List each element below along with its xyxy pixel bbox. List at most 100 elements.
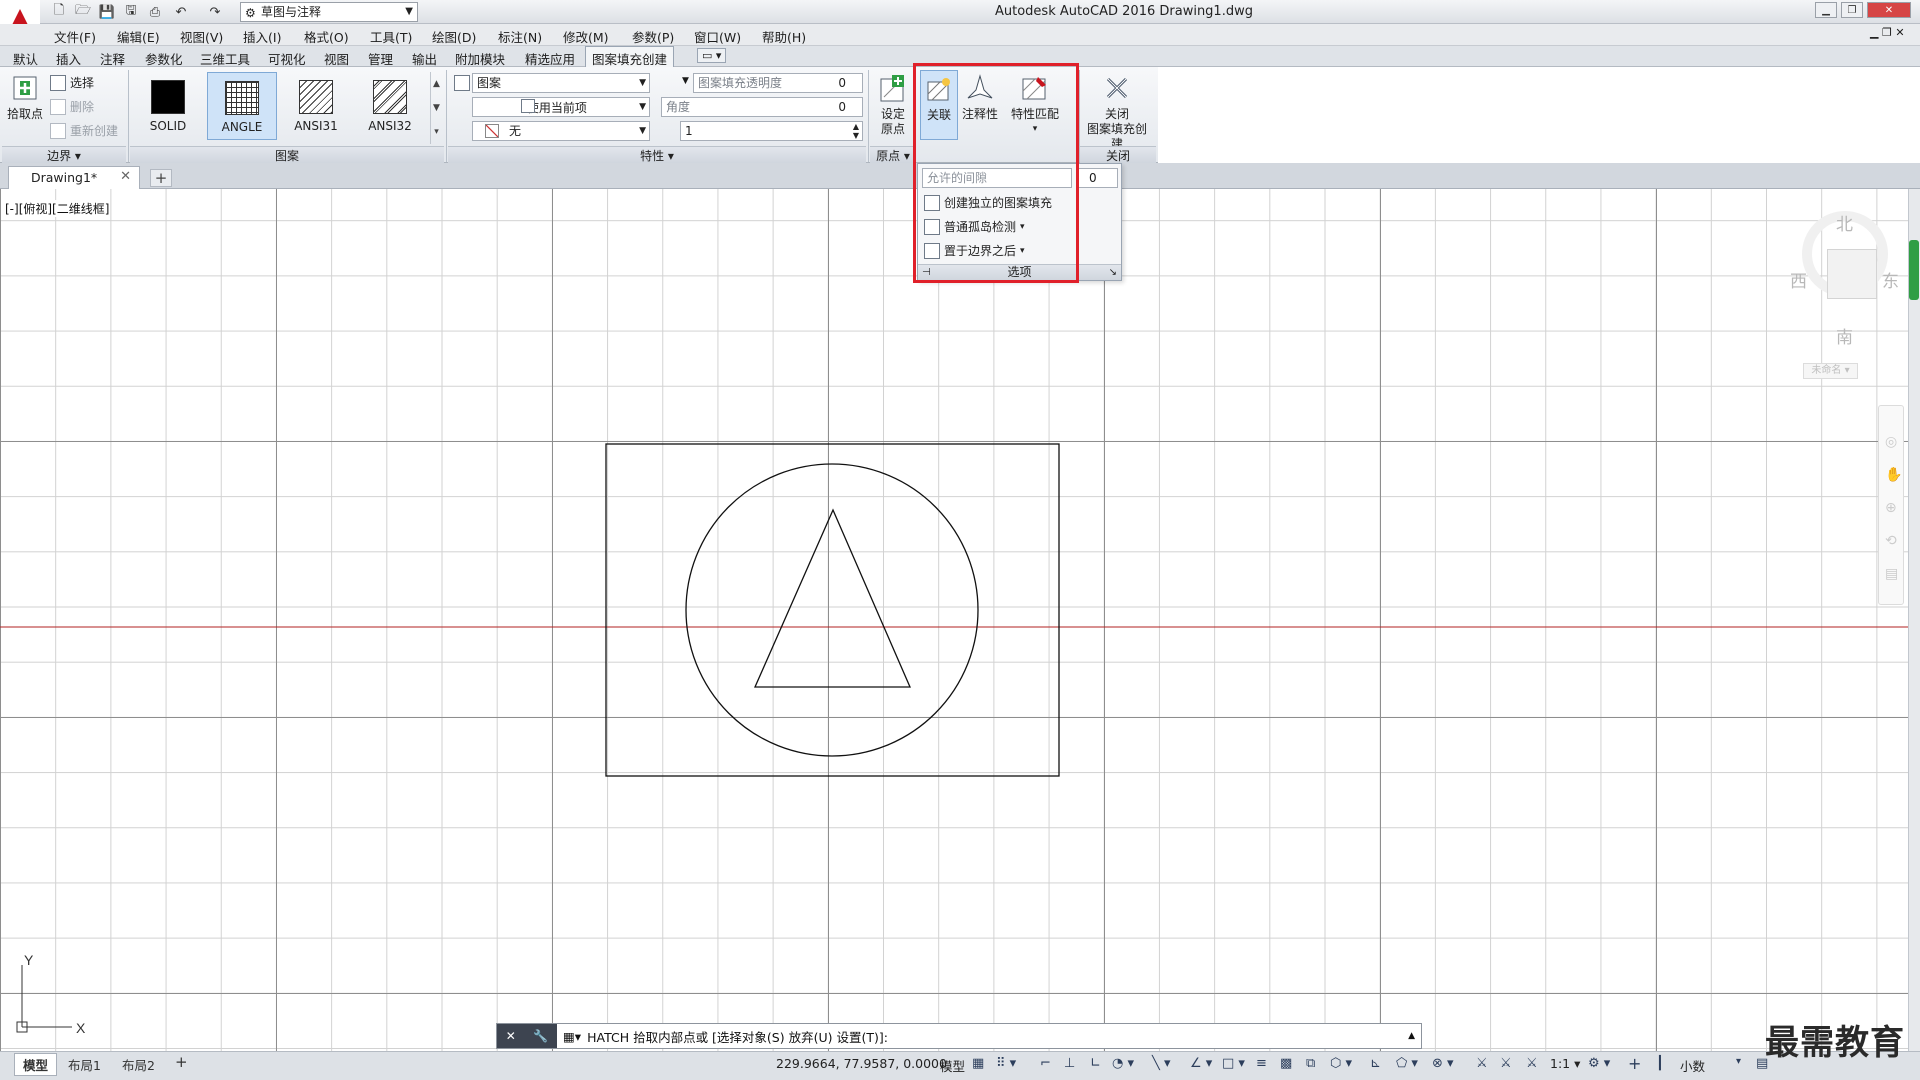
- tab-view[interactable]: 视图: [324, 49, 349, 68]
- save-as-icon[interactable]: 🖫: [122, 3, 140, 21]
- open-file-icon[interactable]: 🗁: [74, 3, 92, 21]
- hatch-color-dropdown[interactable]: 使用当前项 ▼: [472, 97, 650, 117]
- tab-model[interactable]: 模型: [14, 1053, 58, 1076]
- drawing-canvas[interactable]: Y X: [0, 189, 1908, 1051]
- annotative-button[interactable]: 注释性: [960, 70, 1000, 122]
- view-cube[interactable]: 北 南 东 西: [1790, 195, 1900, 350]
- chevron-down-icon[interactable]: ▼: [682, 76, 689, 86]
- pattern-gallery-scroll[interactable]: ▲ ▼ ▾: [430, 72, 442, 144]
- tab-parametric[interactable]: 参数化: [145, 49, 183, 68]
- create-separate-hatches-button[interactable]: 创建独立的图案填充: [924, 194, 1052, 211]
- coordinate-readout[interactable]: 229.9664, 77.9587, 0.0000: [776, 1056, 947, 1071]
- ribbon-minimize-button[interactable]: ▭ ▾: [697, 48, 727, 63]
- tab-3d-tools[interactable]: 三维工具: [200, 49, 250, 68]
- workspace-dropdown[interactable]: ⚙ 草图与注释 ▼: [240, 2, 418, 22]
- remove-boundary-button[interactable]: 删除: [50, 98, 94, 115]
- annotation-visibility-icon[interactable]: ⚔: [1476, 1056, 1488, 1071]
- selection-cycling-icon[interactable]: ⧉: [1306, 1056, 1315, 1071]
- pick-point-button[interactable]: 拾取点: [5, 70, 45, 122]
- object-snap-icon[interactable]: □ ▾: [1222, 1056, 1245, 1071]
- wcs-menu[interactable]: 未命名 ▾: [1803, 363, 1858, 379]
- tab-layout1[interactable]: 布局1: [68, 1055, 101, 1074]
- tab-addins[interactable]: 附加模块: [455, 49, 505, 68]
- compass-west[interactable]: 西: [1790, 267, 1807, 292]
- polar-icon[interactable]: ◔ ▾: [1112, 1056, 1134, 1071]
- dialog-launcher-icon[interactable]: ↘: [1109, 265, 1117, 280]
- menu-format[interactable]: 格式(O): [304, 27, 349, 46]
- chevron-up-icon[interactable]: ▲: [1408, 1031, 1415, 1041]
- add-layout-button[interactable]: +: [175, 1053, 188, 1071]
- close-tab-icon[interactable]: ✕: [120, 169, 131, 184]
- dynamic-ucs-icon[interactable]: ⊾: [1370, 1056, 1381, 1071]
- boundary-panel-title[interactable]: 边界 ▾: [2, 146, 126, 163]
- menu-help[interactable]: 帮助(H): [762, 27, 806, 46]
- recreate-boundary-button[interactable]: 重新创建: [50, 122, 118, 139]
- annotation-scale-dropdown[interactable]: 1:1 ▾: [1550, 1056, 1580, 1071]
- print-icon[interactable]: ⎙: [146, 3, 164, 21]
- isodraft-icon[interactable]: ╲ ▾: [1152, 1056, 1170, 1071]
- draw-order-dropdown[interactable]: 置于边界之后 ▾: [924, 242, 1025, 259]
- gizmo-icon[interactable]: ⊗ ▾: [1432, 1056, 1454, 1071]
- select-boundary-button[interactable]: 选择: [50, 74, 94, 91]
- wrench-icon[interactable]: 🔧: [533, 1029, 548, 1043]
- tab-annotate[interactable]: 注释: [100, 49, 125, 68]
- view-cube-face[interactable]: [1827, 249, 1877, 299]
- menu-modify[interactable]: 修改(M): [563, 27, 609, 46]
- close-command-icon[interactable]: ✕: [506, 1029, 516, 1043]
- viewport-controls[interactable]: [-][俯视][二维线框]: [5, 200, 110, 217]
- background-color-dropdown[interactable]: 无 ▼: [472, 121, 650, 141]
- grid-icon[interactable]: ▦: [972, 1056, 984, 1071]
- origin-panel-title[interactable]: 原点 ▾: [870, 146, 916, 163]
- compass-east[interactable]: 东: [1882, 267, 1899, 292]
- gap-tolerance-label-field[interactable]: 允许的间隙: [922, 168, 1072, 188]
- tab-insert[interactable]: 插入: [56, 49, 81, 68]
- close-hatch-creation-button[interactable]: 关闭 图案填充创建: [1082, 70, 1152, 152]
- tab-hatch-creation[interactable]: 图案填充创建: [585, 46, 675, 67]
- menu-window[interactable]: 窗口(W): [694, 27, 741, 46]
- menu-view[interactable]: 视图(V): [180, 27, 223, 46]
- tab-visualize[interactable]: 可视化: [268, 49, 306, 68]
- dynamic-input-icon[interactable]: ⊥: [1064, 1056, 1075, 1071]
- menu-draw[interactable]: 绘图(D): [432, 27, 476, 46]
- options-panel-title[interactable]: ⊣ 选项 ↘: [918, 264, 1121, 280]
- infer-constraints-icon[interactable]: ⌐: [1040, 1056, 1051, 1071]
- mdi-controls[interactable]: ▁ ❐ ✕: [1870, 26, 1905, 39]
- minimize-button[interactable]: ▁: [1815, 2, 1837, 18]
- pattern-solid[interactable]: SOLID: [133, 72, 203, 140]
- object-snap-tracking-icon[interactable]: ∠ ▾: [1190, 1056, 1212, 1071]
- compass-north[interactable]: 北: [1836, 210, 1853, 235]
- menu-parametric[interactable]: 参数(P): [632, 27, 674, 46]
- transparency-field[interactable]: 图案填充透明度 0: [693, 73, 863, 93]
- selection-filter-icon[interactable]: ⬠ ▾: [1396, 1056, 1418, 1071]
- document-tab-drawing1[interactable]: Drawing1* ✕: [8, 166, 140, 189]
- menu-insert[interactable]: 插入(I): [243, 27, 281, 46]
- tab-featured-apps[interactable]: 精选应用: [525, 49, 575, 68]
- new-tab-button[interactable]: +: [150, 169, 172, 187]
- menu-dimension[interactable]: 标注(N): [498, 27, 542, 46]
- scale-field[interactable]: 1 ▲ ▼: [680, 121, 863, 141]
- restore-button[interactable]: ❐: [1841, 2, 1863, 18]
- chevron-down-icon[interactable]: ▾: [1736, 1056, 1741, 1067]
- gap-tolerance-input[interactable]: 0: [1076, 168, 1118, 188]
- 3d-osnap-icon[interactable]: ⬡ ▾: [1330, 1056, 1352, 1071]
- island-detection-dropdown[interactable]: 普通孤岛检测 ▾: [924, 218, 1025, 235]
- scroll-thumb[interactable]: [1909, 240, 1919, 300]
- save-icon[interactable]: 💾: [98, 3, 116, 21]
- menu-tools[interactable]: 工具(T): [370, 27, 412, 46]
- auto-scale-icon[interactable]: ⚔: [1500, 1056, 1512, 1071]
- pattern-ansi32[interactable]: ANSI32: [355, 72, 425, 140]
- redo-icon[interactable]: ↷: [206, 3, 224, 21]
- lineweight-icon[interactable]: ≡: [1256, 1056, 1267, 1071]
- associative-button[interactable]: 关联: [920, 70, 958, 140]
- hatch-type-dropdown[interactable]: 图案 ▼: [472, 73, 650, 93]
- workspace-switch-icon[interactable]: ⚙ ▾: [1588, 1056, 1610, 1071]
- tab-output[interactable]: 输出: [412, 49, 437, 68]
- properties-panel-title[interactable]: 特性 ▾: [448, 146, 866, 163]
- tab-manage[interactable]: 管理: [368, 49, 393, 68]
- menu-edit[interactable]: 编辑(E): [117, 27, 160, 46]
- angle-field[interactable]: 角度 0: [661, 97, 863, 117]
- annotation-monitor-icon[interactable]: +: [1628, 1054, 1641, 1073]
- compass-south[interactable]: 南: [1836, 323, 1853, 348]
- match-properties-button[interactable]: 特性匹配 ▾: [1006, 70, 1064, 137]
- transparency-icon[interactable]: ▩: [1280, 1056, 1292, 1071]
